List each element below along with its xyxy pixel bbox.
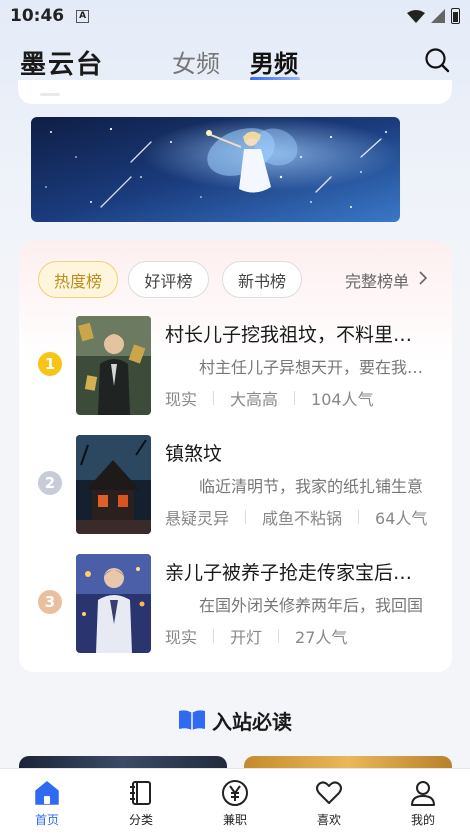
book-popularity: 27人气: [295, 628, 348, 647]
book-cover: [76, 316, 151, 415]
book-popularity: 64人气: [375, 509, 428, 528]
promo-banner[interactable]: [31, 117, 400, 222]
book-item[interactable]: 2 镇煞坟 临近清明节，我家的纸扎铺生意 悬疑灵异 咸鱼不粘锅 64人气: [19, 435, 452, 545]
previous-card-bottom: [18, 80, 452, 104]
book-popularity: 104人气: [311, 390, 374, 409]
rank-badge: 1: [38, 352, 62, 376]
nav-label: 兼职: [222, 813, 247, 827]
chevron-right-icon[interactable]: [418, 270, 428, 286]
user-icon: [411, 781, 435, 806]
chip-new-ranking[interactable]: 新书榜: [222, 261, 302, 298]
ranking-card: 热度榜 好评榜 新书榜 完整榜单 1 村长儿子挖我祖坟，不料里面藏着 村主任儿子…: [19, 241, 452, 672]
meta-divider: [278, 629, 280, 643]
nav-label: 首页: [34, 813, 59, 827]
yen-coin-icon: [222, 780, 248, 806]
book-author: 开灯: [230, 628, 263, 647]
wifi-icon: [407, 9, 425, 23]
bottom-navigation: 首页 分类 兼职 喜欢 我的: [0, 768, 470, 835]
book-meta: 悬疑灵异 咸鱼不粘锅 64人气: [165, 505, 435, 529]
nav-profile[interactable]: 我的: [376, 769, 470, 835]
book-description: 临近清明节，我家的纸扎铺生意: [199, 477, 424, 496]
meta-divider: [245, 510, 247, 524]
book-genre: 现实: [165, 390, 198, 409]
status-time: 10:46: [10, 6, 65, 26]
meta-divider: [294, 391, 296, 405]
meta-divider: [213, 629, 215, 643]
book-title: 亲儿子被养子抢走传家宝后悔疯了: [165, 562, 427, 584]
nav-label: 喜欢: [316, 813, 341, 827]
must-read-heading: 入站必读: [0, 706, 470, 734]
book-item[interactable]: 3 亲儿子被养子抢走传家宝后悔疯了 在国外闭关修养两年后，我回国 现实 开灯 2…: [19, 554, 452, 664]
nav-favorites[interactable]: 喜欢: [282, 769, 376, 835]
nav-part-time[interactable]: 兼职: [188, 769, 282, 835]
book-genre: 悬疑灵异: [165, 509, 230, 528]
book-title: 镇煞坟: [165, 443, 223, 465]
search-icon[interactable]: [424, 47, 450, 73]
meta-divider: [358, 510, 360, 524]
nav-category[interactable]: 分类: [94, 769, 188, 835]
book-cover: [76, 435, 151, 534]
book-author: 大高高: [230, 390, 279, 409]
open-book-icon: [179, 710, 205, 730]
book-genre: 现实: [165, 628, 198, 647]
tab-male[interactable]: 男频: [250, 44, 298, 79]
fairy-night-sky-illustration: [31, 117, 400, 222]
nav-label: 分类: [128, 813, 153, 827]
nav-home[interactable]: 首页: [0, 769, 94, 835]
meta-divider: [213, 391, 215, 405]
book-cover: [76, 554, 151, 653]
rank-badge: 3: [38, 590, 62, 614]
nav-label: 我的: [410, 813, 435, 827]
status-bar: 10:46 A: [0, 0, 470, 32]
home-icon: [35, 781, 59, 805]
heart-icon: [316, 781, 342, 804]
chip-hot-ranking[interactable]: 热度榜: [38, 261, 118, 298]
book-title: 村长儿子挖我祖坟，不料里面藏着: [165, 324, 427, 346]
book-description: 村主任儿子异想天开，要在我家祖坟上: [199, 358, 425, 377]
rank-badge: 2: [38, 471, 62, 495]
book-meta: 现实 开灯 27人气: [165, 624, 435, 648]
book-meta: 现实 大高高 104人气: [165, 386, 435, 410]
full-list-link[interactable]: 完整榜单: [345, 268, 409, 292]
must-read-title: 入站必读: [212, 709, 292, 734]
notification-a-icon: A: [76, 9, 90, 23]
chip-rating-ranking[interactable]: 好评榜: [128, 261, 209, 298]
book-item[interactable]: 1 村长儿子挖我祖坟，不料里面藏着 村主任儿子异想天开，要在我家祖坟上 现实 大…: [19, 316, 452, 426]
book-category-icon: [130, 781, 151, 805]
signal-icon: [431, 9, 445, 23]
app-logo: 墨云台: [20, 50, 105, 80]
book-description: 在国外闭关修养两年后，我回国: [199, 596, 424, 615]
battery-icon: [451, 8, 460, 24]
book-author: 咸鱼不粘锅: [262, 509, 343, 528]
tab-female[interactable]: 女频: [172, 44, 220, 79]
